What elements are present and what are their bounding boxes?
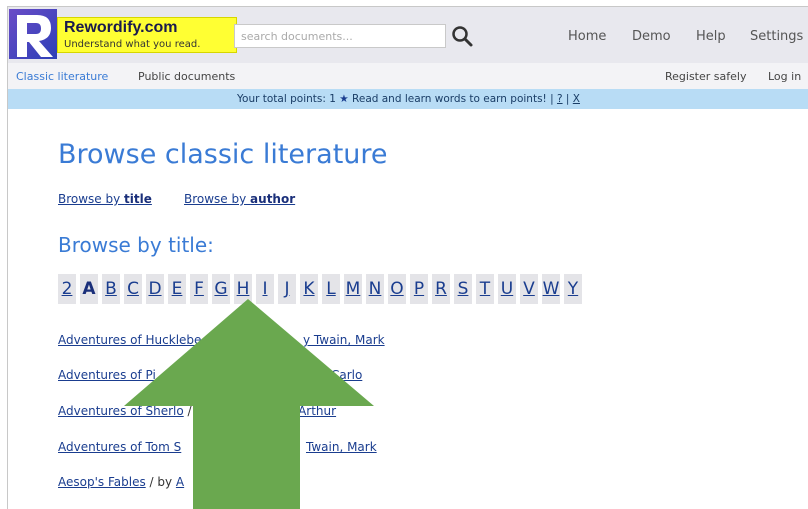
book-author-link[interactable]: y Twain, Mark xyxy=(303,333,385,347)
browse-by-author-bold: author xyxy=(250,192,296,206)
points-total: Your total points: 1 xyxy=(237,93,336,105)
subnav-public-documents[interactable]: Public documents xyxy=(138,70,235,83)
list-item: Adventures of Pi l, Carlo xyxy=(58,368,362,382)
letter-link-w[interactable]: W xyxy=(542,274,560,304)
list-item: Adventures of Tom S Twain, Mark xyxy=(58,440,377,454)
subnav-register[interactable]: Register safely xyxy=(665,70,746,83)
letter-link-g[interactable]: G xyxy=(212,274,230,304)
subnav-classic-literature[interactable]: Classic literature xyxy=(16,70,108,83)
browser-viewport: Rewordify.com Understand what you read. … xyxy=(7,6,808,509)
letter-link-o[interactable]: O xyxy=(388,274,406,304)
browse-by-title-prefix: Browse by xyxy=(58,192,125,206)
book-title-link[interactable]: Aesop's Fables xyxy=(58,475,146,489)
letter-link-b[interactable]: B xyxy=(102,274,120,304)
letter-link-i[interactable]: I xyxy=(256,274,274,304)
list-item: Adventures of Sherlo / by Conan Doyle, A… xyxy=(58,404,336,418)
book-title-link[interactable]: Adventures of Hucklebe xyxy=(58,333,201,347)
points-message: Read and learn words to earn points! xyxy=(352,93,547,105)
letter-link-u[interactable]: U xyxy=(498,274,516,304)
book-by-label: / by xyxy=(183,404,214,418)
points-help-link[interactable]: ? xyxy=(557,93,563,105)
alphabet-index: 2ABCDEFGHIJKLMNOPRSTUVWY xyxy=(58,274,582,304)
book-author-link[interactable]: Twain, Mark xyxy=(306,440,377,454)
browse-by-author-prefix: Browse by xyxy=(184,192,251,206)
header-bar: Rewordify.com Understand what you read. … xyxy=(8,7,808,63)
subnav-login[interactable]: Log in xyxy=(768,70,801,83)
letter-link-p[interactable]: P xyxy=(410,274,428,304)
letter-link-t[interactable]: T xyxy=(476,274,494,304)
letter-link-n[interactable]: N xyxy=(366,274,384,304)
points-bar: Your total points: 1 ★ Read and learn wo… xyxy=(8,89,808,109)
letter-link-a[interactable]: A xyxy=(80,274,98,304)
letter-link-c[interactable]: C xyxy=(124,274,142,304)
list-item: Aesop's Fables / by A xyxy=(58,475,184,489)
search-input[interactable] xyxy=(234,24,446,48)
points-close-link[interactable]: X xyxy=(573,93,580,105)
brand-logo[interactable]: Rewordify.com Understand what you read. xyxy=(57,17,237,53)
nav-settings[interactable]: Settings xyxy=(750,29,803,44)
sub-nav-bar: Classic literature Public documents Regi… xyxy=(8,63,808,90)
logo-r-icon[interactable] xyxy=(9,9,57,59)
search-icon[interactable] xyxy=(450,24,474,48)
letter-link-v[interactable]: V xyxy=(520,274,538,304)
letter-link-j[interactable]: J xyxy=(278,274,296,304)
browse-by-author-link[interactable]: Browse by author xyxy=(184,192,295,206)
book-by-label: / by xyxy=(145,475,176,489)
section-title: Browse by title: xyxy=(58,233,214,257)
letter-link-y[interactable]: Y xyxy=(564,274,582,304)
brand-name: Rewordify.com xyxy=(64,19,178,36)
letter-link-k[interactable]: K xyxy=(300,274,318,304)
book-author-link[interactable]: Conan Doyle, Arthur xyxy=(214,404,336,418)
letter-link-f[interactable]: F xyxy=(190,274,208,304)
book-title-link[interactable]: Adventures of Pi xyxy=(58,368,156,382)
letter-link-m[interactable]: M xyxy=(344,274,362,304)
star-icon: ★ xyxy=(339,93,349,105)
nav-demo[interactable]: Demo xyxy=(632,29,671,44)
letter-link-r[interactable]: R xyxy=(432,274,450,304)
book-title-link[interactable]: Adventures of Tom S xyxy=(58,440,181,454)
book-author-link[interactable]: l, Carlo xyxy=(320,368,362,382)
letter-link-l[interactable]: L xyxy=(322,274,340,304)
brand-tagline: Understand what you read. xyxy=(64,39,201,50)
letter-link-s[interactable]: S xyxy=(454,274,472,304)
letter-link-h[interactable]: H xyxy=(234,274,252,304)
letter-link-e[interactable]: E xyxy=(168,274,186,304)
page-title: Browse classic literature xyxy=(58,139,388,170)
book-author-link[interactable]: A xyxy=(176,475,184,489)
nav-home[interactable]: Home xyxy=(568,29,606,44)
browse-by-title-link[interactable]: Browse by title xyxy=(58,192,152,206)
nav-help[interactable]: Help xyxy=(696,29,726,44)
book-title-link[interactable]: Adventures of Sherlo xyxy=(58,404,184,418)
browse-by-title-bold: title xyxy=(124,192,152,206)
letter-link-2[interactable]: 2 xyxy=(58,274,76,304)
letter-link-d[interactable]: D xyxy=(146,274,164,304)
list-item: Adventures of Hucklebe y Twain, Mark xyxy=(58,333,385,347)
